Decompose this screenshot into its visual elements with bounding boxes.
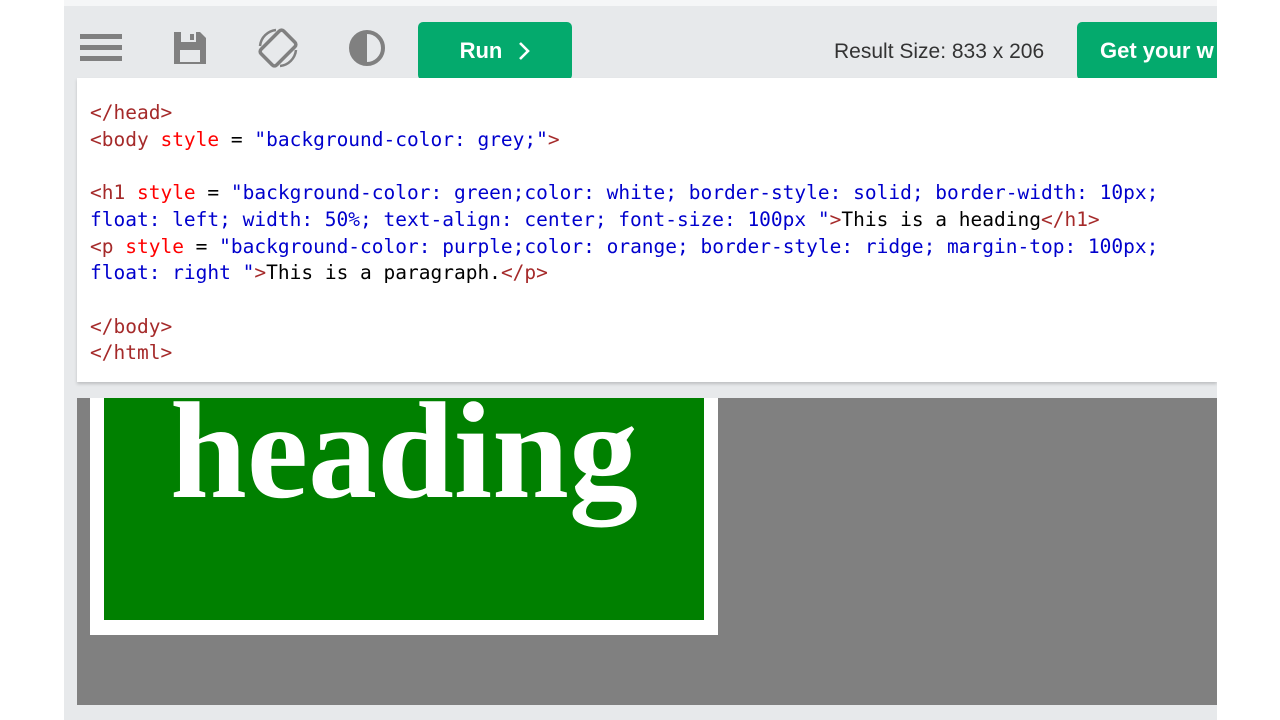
code-token-tag: <p	[90, 234, 126, 258]
code-token-val: float: right "	[90, 261, 255, 285]
code-token-txt: =	[183, 234, 220, 258]
result-size-readout: Result Size: 833 x 206	[834, 40, 1045, 63]
run-button[interactable]: Run	[418, 22, 572, 80]
contrast-icon[interactable]	[345, 26, 389, 70]
code-token-tag: >	[829, 207, 842, 231]
rotate-icon[interactable]	[256, 26, 300, 70]
code-line: <p style = "background-color: purple;col…	[90, 234, 1158, 261]
code-token-tag: </body>	[90, 314, 173, 338]
code-token-tag: >	[254, 261, 267, 285]
code-line: </body>	[90, 314, 1158, 341]
code-text[interactable]: </head> <body style = "background-color: …	[90, 100, 1158, 367]
code-line: <body style = "background-color: grey;">	[90, 127, 1158, 154]
right-margin	[1217, 0, 1280, 720]
code-token-attr: style	[125, 234, 184, 258]
code-token-val: "background-color: purple;color: orange;…	[219, 234, 1159, 258]
code-token-txt: =	[195, 181, 231, 205]
get-your-website-button[interactable]: Get your w	[1077, 22, 1217, 80]
code-token-txt: This is a heading	[841, 207, 1041, 231]
code-token-val: float: left; width: 50%; text-align: cen…	[90, 207, 830, 231]
result-pane[interactable]: This is a heading	[77, 398, 1217, 705]
code-token-attr: style	[160, 127, 220, 151]
chevron-right-icon	[519, 42, 531, 60]
run-label: Run	[459, 38, 503, 63]
code-token-tag: <h1	[90, 181, 137, 205]
code-token-attr: style	[136, 181, 196, 205]
code-token-tag: </h1>	[1040, 207, 1100, 231]
code-token-tag: </head>	[90, 101, 173, 124]
code-editor[interactable]: </head> <body style = "background-color: …	[77, 78, 1217, 382]
code-line: </head>	[90, 100, 1158, 127]
code-token-tag: <body	[90, 127, 161, 151]
code-token-val: "background-color: grey;"	[254, 127, 548, 151]
left-margin	[0, 0, 64, 720]
code-line: float: right ">This is a paragraph.</p>	[90, 260, 1158, 287]
tryit-editor-app: Run Result Size: 833 x 206 Get your w </…	[64, 0, 1217, 720]
code-token-tag: </p>	[500, 261, 548, 285]
rendered-heading: This is a heading	[104, 398, 704, 620]
get-button-label: Get your w	[1100, 38, 1214, 63]
code-token-tag: </html>	[90, 341, 173, 365]
code-token-tag: >	[547, 127, 560, 151]
code-token-txt: =	[219, 127, 255, 151]
save-icon[interactable]	[168, 26, 212, 70]
code-line: float: left; width: 50%; text-align: cen…	[90, 207, 1158, 234]
heading-text: This is a heading	[170, 398, 638, 527]
code-line: <h1 style = "background-color: green;col…	[90, 180, 1158, 207]
code-token-txt: This is a paragraph.	[266, 261, 501, 285]
toolbar: Run Result Size: 833 x 206 Get your w	[64, 6, 1217, 80]
code-line: </html>	[90, 340, 1158, 367]
code-token-val: "background-color: green;color: white; b…	[230, 181, 1159, 205]
menu-icon[interactable]	[79, 26, 123, 70]
